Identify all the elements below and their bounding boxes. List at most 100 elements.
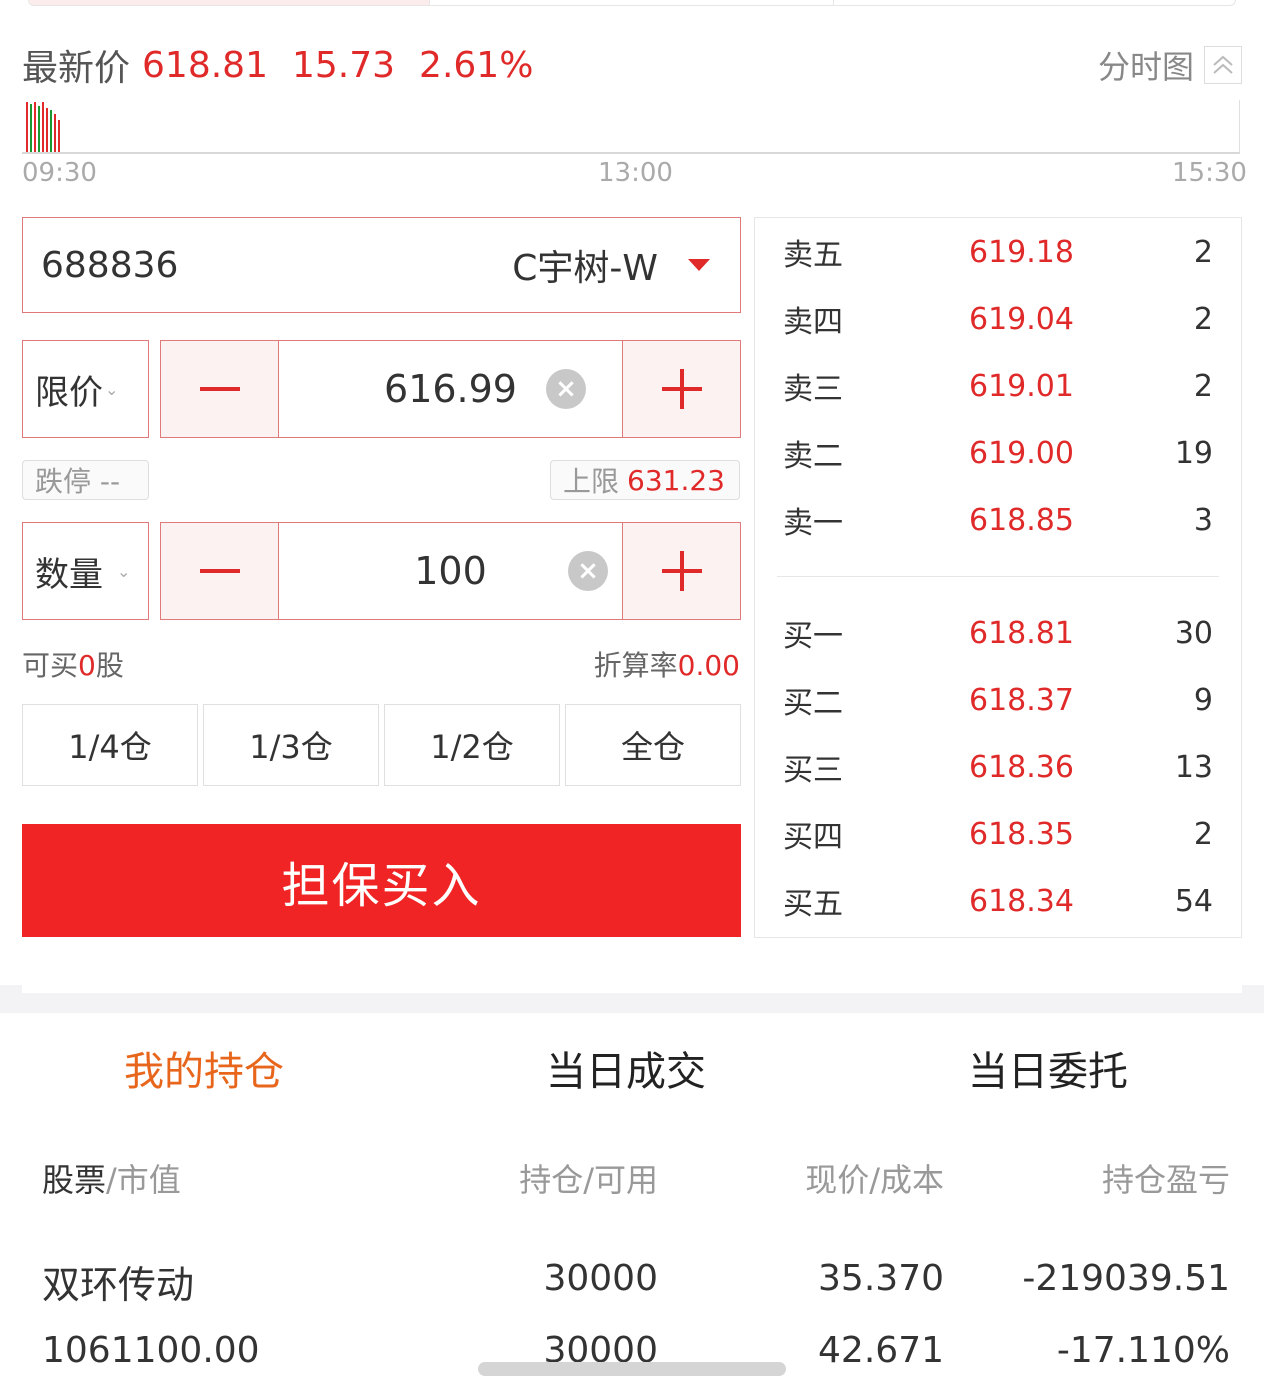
- bid-qty: 54: [1174, 883, 1213, 919]
- stock-selector[interactable]: 688836 C宇树-W: [22, 217, 741, 313]
- ask-price: 619.00: [969, 435, 1074, 471]
- col-header-position: 持仓/可用: [519, 1161, 658, 1199]
- tab-today-orders[interactable]: 当日委托: [968, 1040, 1128, 1096]
- can-buy-prefix: 可买: [22, 649, 79, 682]
- bid-qty: 30: [1174, 615, 1213, 651]
- clear-price-icon[interactable]: ×: [546, 369, 586, 409]
- chart-toggle-label: 分时图: [1097, 48, 1194, 86]
- top-tab-active-segment[interactable]: [29, 0, 429, 5]
- price-type-select[interactable]: 限价 ⌄: [22, 340, 149, 438]
- ask-label: 卖三: [783, 372, 843, 407]
- bid-row[interactable]: 买四 618.35 2: [755, 804, 1241, 864]
- book-divider: [777, 576, 1219, 577]
- bid-label: 买三: [783, 753, 843, 788]
- position-third-button[interactable]: 1/3仓: [203, 704, 379, 786]
- chevron-down-icon: ⌄: [105, 379, 119, 399]
- upper-limit-value: 631.23: [627, 463, 725, 497]
- margin-buy-button[interactable]: 担保买入: [22, 824, 741, 937]
- top-tab-strip-remnant: [28, 0, 1236, 6]
- col-header-price: 现价/成本: [805, 1161, 944, 1199]
- can-buy-suffix: 股: [95, 649, 124, 682]
- lower-limit-tag: 跌停 --: [22, 460, 149, 500]
- minus-icon: [199, 387, 240, 391]
- stock-name: C宇树-W: [512, 248, 658, 289]
- ask-label: 卖一: [783, 506, 843, 541]
- ask-price: 619.01: [969, 368, 1074, 404]
- price-input[interactable]: 616.99 ×: [279, 341, 622, 437]
- price-increase-button[interactable]: [622, 341, 740, 437]
- collapse-chevron-icon[interactable]: [1204, 46, 1242, 84]
- holding-market-value: 1061100.00: [42, 1330, 260, 1371]
- position-full-button[interactable]: 全仓: [565, 704, 741, 786]
- qty-value: 100: [414, 549, 487, 593]
- tab-today-trades[interactable]: 当日成交: [546, 1040, 706, 1096]
- ask-row[interactable]: 卖三 619.01 2: [755, 356, 1241, 416]
- ask-label: 卖五: [783, 238, 843, 273]
- bid-label: 买一: [783, 619, 843, 654]
- price-stepper: 616.99 ×: [160, 340, 741, 438]
- price-change: 15.73: [291, 44, 396, 86]
- plus-icon: [661, 369, 702, 409]
- upper-limit-label: 上限: [563, 465, 620, 498]
- ask-row[interactable]: 卖一 618.85 3: [755, 490, 1241, 550]
- stock-code: 688836: [41, 244, 179, 286]
- latest-price: 618.81: [142, 44, 268, 86]
- time-label-open: 09:30: [22, 158, 97, 188]
- col-market-value-label: /市值: [106, 1161, 181, 1199]
- volume-bars: [26, 102, 60, 152]
- can-buy-info: 可买0股: [22, 644, 124, 684]
- clear-qty-icon[interactable]: ×: [568, 551, 608, 591]
- price-decrease-button[interactable]: [161, 341, 279, 437]
- col-header-pnl: 持仓盈亏: [1101, 1161, 1230, 1199]
- divider: [429, 0, 430, 5]
- bid-label: 买二: [783, 686, 843, 721]
- ask-qty: 3: [1193, 502, 1213, 538]
- qty-input[interactable]: 100 ×: [279, 523, 622, 619]
- holding-pnl-pct: -17.110%: [1056, 1330, 1230, 1371]
- price-value: 616.99: [384, 367, 517, 411]
- chart-toggle[interactable]: 分时图: [1098, 40, 1242, 90]
- tab-my-holdings[interactable]: 我的持仓: [124, 1040, 284, 1096]
- bid-qty: 2: [1193, 816, 1213, 852]
- bid-row[interactable]: 买一 618.81 30: [755, 603, 1241, 663]
- time-label-mid: 13:00: [598, 158, 673, 188]
- bid-row[interactable]: 买二 618.37 9: [755, 670, 1241, 730]
- ask-row[interactable]: 卖二 619.00 19: [755, 423, 1241, 483]
- ask-price: 619.04: [969, 301, 1074, 337]
- bid-row[interactable]: 买三 618.36 13: [755, 737, 1241, 797]
- col-stock-label: 股票: [42, 1161, 107, 1199]
- price-change-pct: 2.61%: [419, 44, 534, 86]
- qty-type-label: 数量: [35, 554, 103, 595]
- chevron-down-icon: ⌄: [117, 561, 131, 581]
- divider: [833, 0, 834, 5]
- qty-increase-button[interactable]: [622, 523, 740, 619]
- bid-price: 618.81: [969, 615, 1074, 651]
- holding-cost: 42.671: [818, 1330, 944, 1371]
- bid-label: 买四: [783, 820, 843, 855]
- intraday-mini-chart: [22, 100, 1240, 154]
- price-type-label: 限价: [35, 372, 103, 413]
- dropdown-triangle-icon[interactable]: [688, 259, 710, 271]
- qty-decrease-button[interactable]: [161, 523, 279, 619]
- bid-price: 618.37: [969, 682, 1074, 718]
- position-half-button[interactable]: 1/2仓: [384, 704, 560, 786]
- ask-row[interactable]: 卖五 619.18 2: [755, 222, 1241, 282]
- bid-row[interactable]: 买五 618.34 54: [755, 871, 1241, 931]
- qty-type-select[interactable]: 数量 ⌄: [22, 522, 149, 620]
- discount-rate-info: 折算率0.00: [594, 644, 740, 684]
- upper-limit-tag: 上限 631.23: [550, 460, 740, 500]
- ask-label: 卖四: [783, 305, 843, 340]
- bid-label: 买五: [783, 887, 843, 922]
- ask-qty: 2: [1193, 368, 1213, 404]
- holding-current-price: 35.370: [818, 1258, 944, 1299]
- holding-pnl: -219039.51: [1022, 1258, 1230, 1299]
- position-quarter-button[interactable]: 1/4仓: [22, 704, 198, 786]
- home-indicator[interactable]: [478, 1362, 786, 1376]
- ask-qty: 19: [1174, 435, 1213, 471]
- ask-qty: 2: [1193, 301, 1213, 337]
- bid-price: 618.36: [969, 749, 1074, 785]
- holding-stock-name: 双环传动: [42, 1263, 195, 1307]
- bid-price: 618.35: [969, 816, 1074, 852]
- ask-row[interactable]: 卖四 619.04 2: [755, 289, 1241, 349]
- section-separator-inner: [22, 985, 1242, 993]
